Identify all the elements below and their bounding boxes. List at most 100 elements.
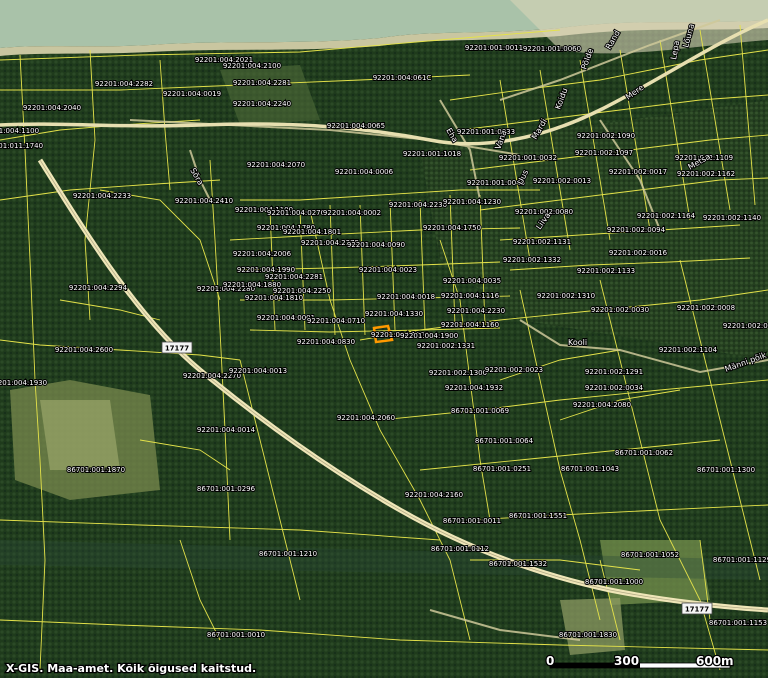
- parcel-label[interactable]: 92201:002:0008: [676, 303, 736, 313]
- parcel-label[interactable]: 92201:001:0011: [464, 43, 524, 53]
- parcel-label[interactable]: 92201:004:0006: [334, 167, 395, 177]
- parcel-label[interactable]: 86701:001:1830: [558, 630, 618, 640]
- parcel-label[interactable]: 86701:001:0010: [206, 630, 266, 640]
- parcel-label[interactable]: 92201:002:1310: [536, 291, 596, 301]
- parcel-label[interactable]: 92201:002:0016: [608, 248, 669, 258]
- parcel-label[interactable]: 92201:002:1300: [428, 368, 488, 378]
- parcel-label[interactable]: 92201:004:0090: [346, 240, 406, 250]
- parcel-label[interactable]: 86701:001:1000: [584, 577, 644, 587]
- parcel-label[interactable]: 92201:004:2240: [232, 99, 292, 109]
- scale-label-0: 0: [546, 654, 554, 668]
- parcel-label[interactable]: 92201:004:0013: [228, 366, 288, 376]
- parcel-label[interactable]: 92201:004:0002: [322, 208, 382, 218]
- parcel-label[interactable]: 92201:004:1801: [282, 227, 342, 237]
- parcel-label[interactable]: 86701:001:1052: [620, 550, 680, 560]
- parcel-label[interactable]: 92201:001:1018: [402, 149, 462, 159]
- parcel-label[interactable]: 92201:004:0270: [266, 208, 326, 218]
- parcel-label[interactable]: 92201:002:0023: [484, 365, 544, 375]
- scale-label-300: 300: [614, 654, 639, 668]
- parcel-label[interactable]: 92201:004:0019: [162, 89, 222, 99]
- parcel-label[interactable]: 92201:002:1291: [584, 367, 644, 377]
- parcel-label[interactable]: 92201:002:0094: [606, 225, 667, 235]
- parcel-label[interactable]: 92201:002:1097: [574, 148, 634, 158]
- parcel-label[interactable]: 92201:004:1160: [440, 320, 500, 330]
- parcel-label[interactable]: 92201:011:1740: [0, 141, 44, 151]
- parcel-label[interactable]: 92201:002:0030: [590, 305, 650, 315]
- parcel-label[interactable]: 92201:004:2281: [232, 78, 292, 88]
- parcel-label[interactable]: 86701:001:0112: [430, 544, 490, 554]
- parcel-label[interactable]: 86701:001:0062: [614, 448, 674, 458]
- parcel-label[interactable]: 92201:004:0023: [358, 265, 418, 275]
- road-shield-east: 17177: [681, 602, 713, 615]
- parcel-label[interactable]: 86701:001:0069: [450, 406, 510, 416]
- parcel-label[interactable]: 92201:002:1133: [576, 266, 636, 276]
- parcel-label[interactable]: 92201:004:2281: [264, 272, 324, 282]
- field-west-inner: [40, 400, 120, 470]
- parcel-label[interactable]: 92201:002:1090: [576, 131, 636, 141]
- parcel-label[interactable]: 86701:001:1153: [708, 618, 768, 628]
- parcel-label[interactable]: 86701:001:1210: [258, 549, 318, 559]
- parcel-label[interactable]: 92201:001:0060: [522, 44, 582, 54]
- parcel-label[interactable]: 92201:004:1230: [442, 197, 502, 207]
- parcel-label[interactable]: 92201:004:1932: [444, 383, 504, 393]
- parcel-label[interactable]: 92201:002:0017: [608, 167, 668, 177]
- parcel-label[interactable]: 92201:004:0830: [296, 337, 356, 347]
- parcel-label[interactable]: 92201:004:0035: [442, 276, 502, 286]
- parcel-label[interactable]: 92201:002:1104: [658, 345, 719, 355]
- parcel-label[interactable]: 92201:004:2070: [246, 160, 306, 170]
- parcel-label[interactable]: 86701:001:0296: [196, 484, 257, 494]
- parcel-label[interactable]: 92201:004:2230: [446, 306, 506, 316]
- parcel-label[interactable]: 92201:004:2006: [232, 249, 293, 259]
- cadastral-map[interactable]: 92201:004:2021 92201:004:2282 92201:004:21…: [0, 0, 768, 678]
- road-shield-west: 17177: [161, 341, 193, 354]
- parcel-label[interactable]: 92201:004:2282: [94, 79, 154, 89]
- parcel-label[interactable]: 86701:001:0011: [442, 516, 502, 526]
- parcel-label[interactable]: 92201:004:2040: [22, 103, 82, 113]
- parcel-label[interactable]: 92201:004:0710: [306, 316, 366, 326]
- parcel-label[interactable]: 92201:004:2100: [222, 61, 282, 71]
- parcel-label[interactable]: 92201:004:2160: [404, 490, 464, 500]
- parcel-label[interactable]: 86701:001:0064: [474, 436, 535, 446]
- copyright-text: X-GIS. Maa-amet. Kõik õigused kaitstud.: [6, 662, 256, 675]
- parcel-label[interactable]: 92201:004:0065: [326, 121, 386, 131]
- parcel-label[interactable]: 92201:002:0034: [584, 383, 645, 393]
- parcel-label[interactable]: 86701:001:1129: [712, 555, 768, 565]
- parcel-label[interactable]: 92201:004:1330: [364, 309, 424, 319]
- street-label: Kooli: [568, 338, 587, 347]
- parcel-label[interactable]: 92201:004:1810: [244, 293, 304, 303]
- parcel-label[interactable]: 92201:004:0018: [376, 292, 436, 302]
- parcel-label[interactable]: 92201:004:1750: [422, 223, 482, 233]
- parcel-label[interactable]: 86701:001:1300: [696, 465, 756, 475]
- parcel-label[interactable]: 92201:004:2233: [72, 191, 132, 201]
- road-number-label: 17177: [685, 606, 709, 614]
- road-number-label: 17177: [165, 345, 189, 353]
- parcel-label[interactable]: 92201:004:2060: [336, 413, 396, 423]
- parcel-label[interactable]: 92201:004:2294: [68, 283, 129, 293]
- parcel-label[interactable]: 86701:001:1870: [66, 465, 126, 475]
- parcel-label[interactable]: 92201:004:2600: [54, 345, 114, 355]
- parcel-label[interactable]: 92201:002:0013: [532, 176, 592, 186]
- scale-label-600: 600m: [696, 654, 734, 668]
- parcel-label[interactable]: 86701:001:0251: [472, 464, 532, 474]
- parcel-label[interactable]: 92201:002:1164: [636, 211, 697, 221]
- parcel-label[interactable]: 92201:002:0062: [722, 321, 768, 331]
- parcel-label[interactable]: 92201:002:1332: [502, 255, 562, 265]
- parcel-label[interactable]: 92201:002:1162: [676, 169, 736, 179]
- parcel-label[interactable]: 92201:002:1131: [512, 237, 572, 247]
- parcel-label[interactable]: 92201:004:2080: [572, 400, 632, 410]
- parcel-label[interactable]: 92201:002:1140: [702, 213, 762, 223]
- parcel-label[interactable]: 86701:001:1551: [508, 511, 568, 521]
- selected-parcel-label[interactable]: 92201:004:1900: [399, 331, 459, 341]
- parcel-label[interactable]: 92201:004:1100: [0, 126, 40, 136]
- parcel-label[interactable]: 92201:004:1116: [440, 291, 501, 301]
- parcel-label[interactable]: 92201:004:061C: [372, 73, 433, 83]
- parcel-label[interactable]: 86701:001:1532: [488, 559, 548, 569]
- parcel-label[interactable]: 92201:004:0014: [196, 425, 257, 435]
- parcel-label[interactable]: 92201:002:1331: [416, 341, 476, 351]
- parcel-label[interactable]: 92201:004:1930: [0, 378, 48, 388]
- map-canvas[interactable]: 92201:004:202192201:004:228292201:004:21…: [0, 0, 768, 678]
- parcel-label[interactable]: 92201:004:2230: [388, 200, 448, 210]
- parcel-label[interactable]: 86701:001:1043: [560, 464, 620, 474]
- parcel-label[interactable]: 92201:004:2410: [174, 196, 234, 206]
- parcel-label[interactable]: 92201:001:0032: [498, 153, 558, 163]
